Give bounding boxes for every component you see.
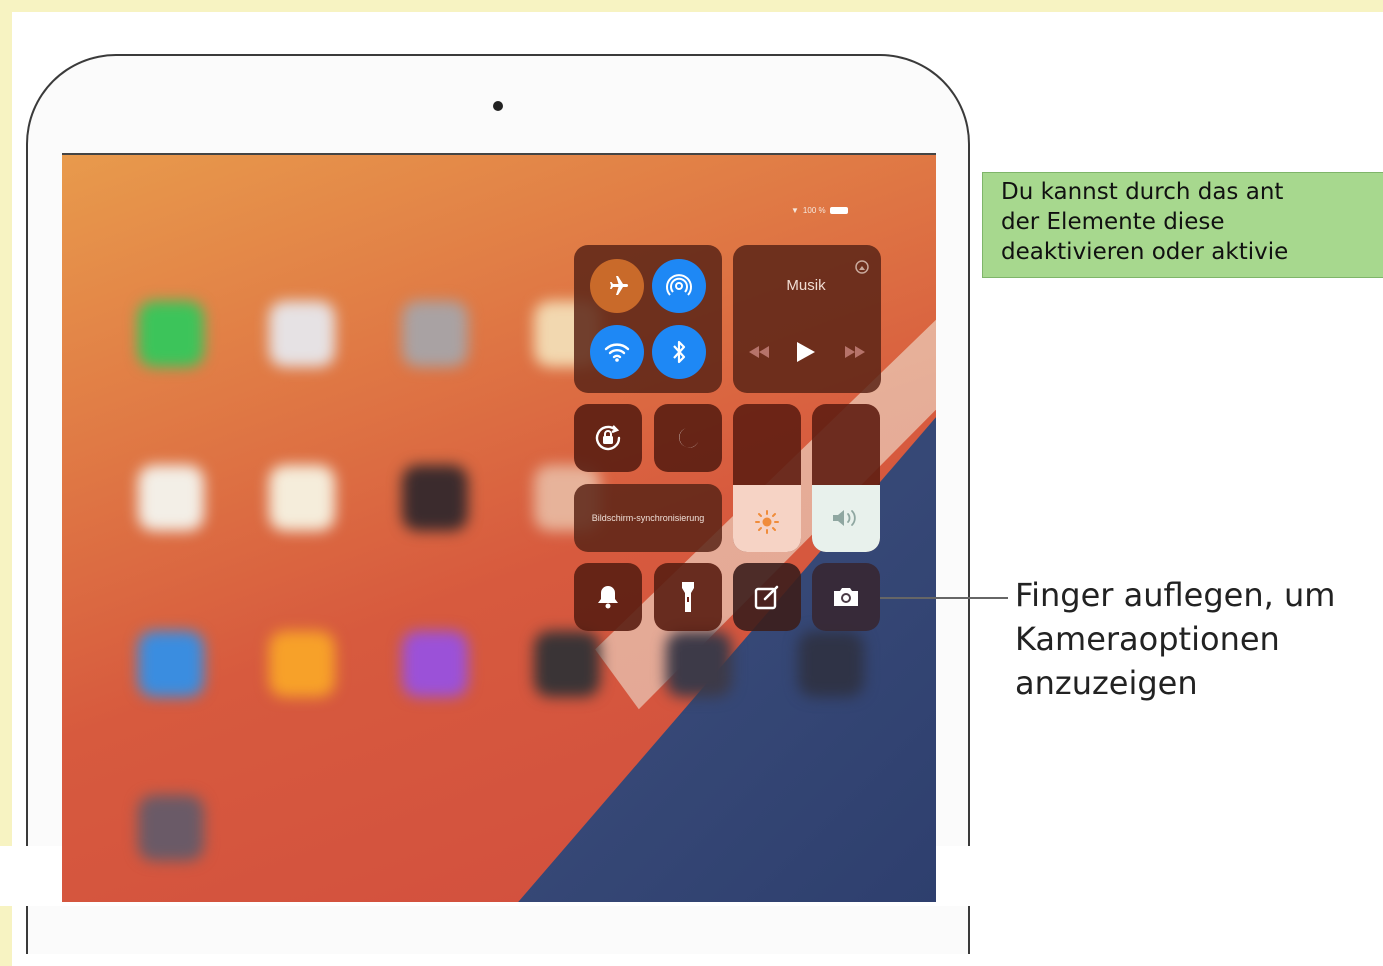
app-icon-tv[interactable]: [534, 631, 600, 697]
frame-border-left: [0, 0, 12, 966]
music-module[interactable]: Musik: [733, 245, 881, 393]
moon-icon: [679, 428, 698, 448]
play-icon[interactable]: [795, 340, 817, 364]
app-icon-books[interactable]: [269, 631, 335, 697]
notes-icon: [754, 585, 779, 610]
app-icon-reminders[interactable]: [138, 465, 204, 531]
rotation-lock-icon: [595, 425, 621, 451]
app-icon-stocks[interactable]: [402, 465, 468, 531]
wifi-icon: [604, 343, 630, 362]
app-icon-facetime[interactable]: [138, 301, 204, 367]
rotation-lock-button[interactable]: [574, 404, 642, 472]
notes-button[interactable]: [733, 563, 801, 631]
bluetooth-button[interactable]: [652, 325, 706, 379]
airdrop-icon: [666, 274, 692, 296]
camera-icon: [834, 588, 858, 606]
app-icon-settings[interactable]: [402, 301, 468, 367]
volume-slider[interactable]: [812, 404, 880, 552]
speaker-icon: [833, 510, 856, 526]
flashlight-button[interactable]: [654, 563, 722, 631]
hint-note-line-1: Du kannst durch das ant: [1001, 179, 1284, 205]
airplay-icon[interactable]: [855, 260, 869, 274]
bluetooth-icon: [673, 340, 686, 364]
callout-leader-line: [880, 597, 1008, 599]
bell-icon: [598, 586, 618, 609]
hint-note-line-2: der Elemente diese: [1001, 209, 1225, 235]
camera-callout-line-2: Kameraoptionen: [1015, 620, 1280, 658]
app-icon-extra-1[interactable]: [666, 631, 732, 697]
camera-callout: Finger auflegen, um Kameraoptionen anzuz…: [1015, 573, 1383, 705]
rewind-icon[interactable]: [749, 346, 769, 358]
hint-note-line-3: deaktivieren oder aktivie: [1001, 239, 1289, 265]
fast-forward-icon[interactable]: [845, 346, 865, 358]
front-camera-icon: [493, 101, 503, 111]
bell-button[interactable]: [574, 563, 642, 631]
battery-percentage: 100 %: [802, 206, 826, 215]
frame-border-top: [0, 0, 1383, 12]
airplane-mode-button[interactable]: [590, 259, 644, 313]
hint-note-box: Du kannst durch das ant der Elemente die…: [982, 172, 1383, 278]
camera-callout-line-3: anzuzeigen: [1015, 664, 1198, 702]
music-label: Musik: [786, 277, 826, 294]
camera-button[interactable]: [812, 563, 880, 631]
screen-mirroring-label: Bildschirm-synchronisierung: [591, 512, 705, 523]
app-icon-extra-2[interactable]: [798, 631, 864, 697]
flashlight-icon: [682, 582, 694, 612]
app-icon-calendar[interactable]: [269, 301, 335, 367]
wifi-status-icon: ▼: [791, 206, 799, 215]
wifi-button[interactable]: [590, 325, 644, 379]
airdrop-button[interactable]: [652, 259, 706, 313]
app-icon-utilities[interactable]: [138, 795, 204, 861]
battery-icon: [829, 207, 848, 214]
brightness-slider[interactable]: [733, 404, 801, 552]
do-not-disturb-button[interactable]: [654, 404, 722, 472]
camera-callout-line-1: Finger auflegen, um: [1015, 576, 1336, 614]
app-icon-podcasts[interactable]: [402, 631, 468, 697]
status-bar: ▼ 100 %: [791, 206, 848, 215]
app-icon-appstore[interactable]: [138, 631, 204, 697]
sun-icon: [755, 510, 779, 534]
app-icon-notes[interactable]: [269, 465, 335, 531]
airplane-icon: [610, 276, 628, 295]
